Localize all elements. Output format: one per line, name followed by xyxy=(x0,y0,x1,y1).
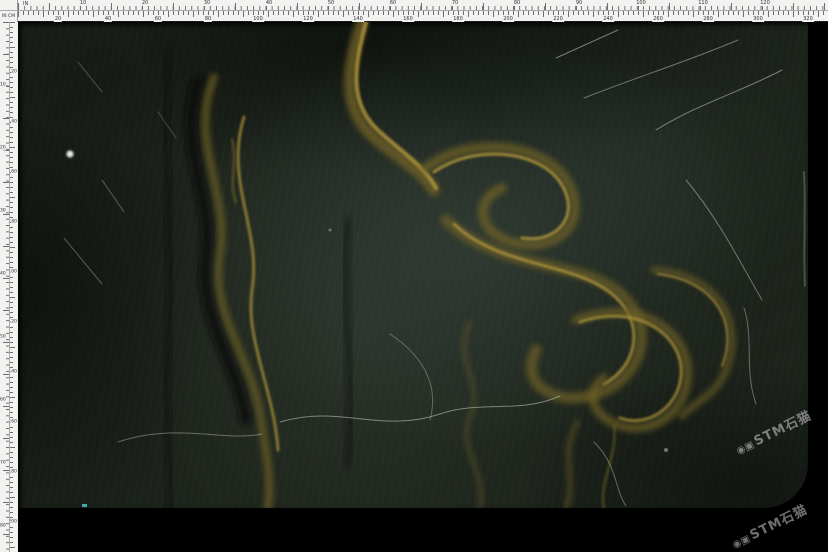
ruler-number: 240 xyxy=(602,16,614,22)
ruler-number: 280 xyxy=(702,16,714,22)
ruler-number: 80 xyxy=(204,16,212,22)
ruler-number: 60 xyxy=(154,16,162,22)
ruler-number: 120 xyxy=(302,16,314,22)
ruler-number: 80 xyxy=(0,524,6,529)
ruler-number: 160 xyxy=(402,16,414,22)
horizontal-ruler-inches: IN 10 20 30 40 50 60 70 80 90 100 110 120 xyxy=(18,0,828,11)
inch-unit-label: IN xyxy=(23,1,28,7)
ruler-number: 40 xyxy=(265,0,273,6)
ruler-number: 60 xyxy=(0,398,6,403)
horizontal-ruler-centimeters: 20 40 60 80 100 120 140 160 180 200 220 240 260 280 30… xyxy=(18,11,828,22)
ruler-corner-top xyxy=(0,0,17,11)
ruler-number: 140 xyxy=(9,370,17,375)
ruler-number: 120 xyxy=(759,0,771,6)
scan-viewport: ◉▣STM石猫 ◉▣STM石猫 xyxy=(18,22,828,552)
ruler-number: 20 xyxy=(141,0,149,6)
ruler-number: 30 xyxy=(203,0,211,6)
ruler-number: 60 xyxy=(11,170,17,175)
vertical-ruler-centimeters: 20 40 60 80 100 120 140 160 180 200 xyxy=(9,22,18,552)
ruler-number: 20 xyxy=(11,70,17,75)
horizontal-ruler: IN 10 20 30 40 50 60 70 80 90 100 110 120 20 40 60 80 1… xyxy=(18,0,828,22)
vertical-ruler-inches: 10 20 30 40 50 60 70 80 xyxy=(0,22,9,552)
ruler-number: 300 xyxy=(752,16,764,22)
ruler-number: 180 xyxy=(452,16,464,22)
ruler-number: 40 xyxy=(104,16,112,22)
ruler-number: 100 xyxy=(252,16,264,22)
ruler-number: 20 xyxy=(0,146,6,151)
ruler-number: 10 xyxy=(0,83,6,88)
ruler-number: 120 xyxy=(9,320,17,325)
stm-logo-icon: ◉▣ xyxy=(731,533,752,551)
ruler-number: 100 xyxy=(635,0,647,6)
slab-image xyxy=(18,22,808,508)
vertical-ruler: 10 20 30 40 50 60 70 80 20 40 60 80 100 120 140 160 180… xyxy=(0,22,18,552)
ruler-number: 40 xyxy=(0,272,6,277)
ruler-number: 80 xyxy=(11,220,17,225)
ruler-number: 110 xyxy=(697,0,709,6)
ruler-number: 10 xyxy=(79,0,87,6)
ruler-number: 160 xyxy=(9,420,17,425)
ruler-number: 60 xyxy=(389,0,397,6)
ruler-number: 20 xyxy=(54,16,62,22)
ruler-number: 260 xyxy=(652,16,664,22)
ruler-number: 30 xyxy=(0,209,6,214)
slab-viewer-screen: IN CM IN 10 20 30 40 50 60 70 80 90 100 110 120 20 4… xyxy=(0,0,828,552)
ruler-number: 70 xyxy=(451,0,459,6)
ruler-number: 100 xyxy=(9,270,17,275)
ruler-number: 50 xyxy=(0,335,6,340)
watermark-text: STM石猫 xyxy=(748,502,810,543)
ruler-number: 200 xyxy=(502,16,514,22)
ruler-number: 140 xyxy=(352,16,364,22)
ruler-number: 70 xyxy=(0,461,6,466)
ruler-number: 90 xyxy=(575,0,583,6)
ruler-number: 180 xyxy=(9,470,17,475)
ruler-number: 200 xyxy=(9,520,17,525)
ruler-number: 320 xyxy=(802,16,814,22)
ruler-corner: IN CM xyxy=(0,0,18,22)
ruler-number: 40 xyxy=(11,120,17,125)
ruler-number: 80 xyxy=(513,0,521,6)
ruler-corner-unit-label: IN CM xyxy=(0,11,17,22)
ruler-number: 50 xyxy=(327,0,335,6)
marble-veins-graphic xyxy=(18,22,808,508)
ruler-number: 220 xyxy=(552,16,564,22)
